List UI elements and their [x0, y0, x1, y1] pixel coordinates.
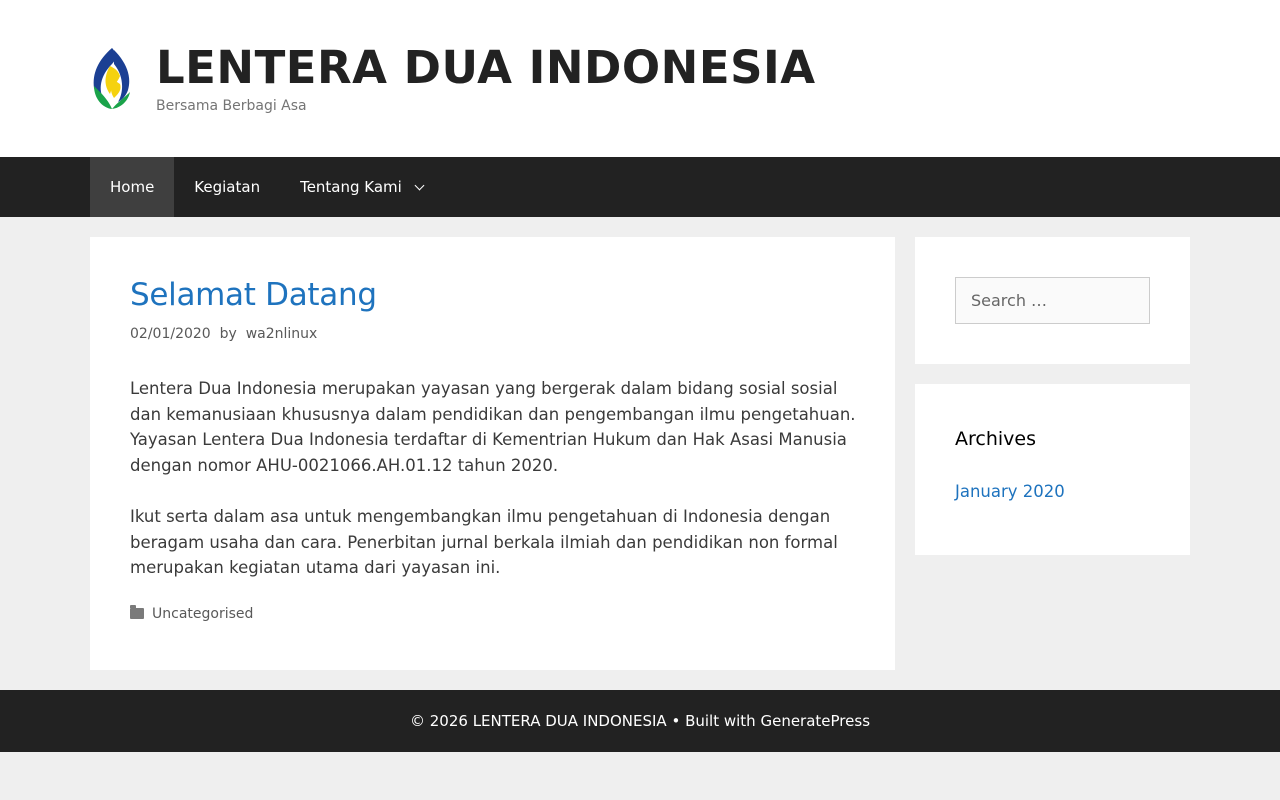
search-widget [915, 237, 1190, 364]
theme-link[interactable]: GeneratePress [760, 712, 870, 730]
nav-item-label: Home [110, 178, 155, 196]
site-branding: LENTERA DUA INDONESIA Bersama Berbagi As… [90, 40, 816, 116]
post-author[interactable]: wa2nlinux [246, 326, 318, 342]
copyright-text: © 2026 LENTERA DUA INDONESIA [409, 712, 667, 730]
main-navigation: Home Kegiatan Tentang Kami [0, 157, 1280, 217]
nav-item-kegiatan[interactable]: Kegiatan [174, 157, 280, 217]
post-paragraph: Ikut serta dalam asa untuk mengembangkan… [130, 506, 838, 578]
list-item: January 2020 [955, 482, 1150, 501]
nav-item-label: Tentang Kami [300, 178, 402, 196]
archives-list: January 2020 [955, 482, 1150, 501]
post-paragraph: Lentera Dua Indonesia merupakan yayasan … [130, 379, 856, 476]
flame-logo-icon[interactable] [90, 46, 132, 110]
post-by-label: by [215, 326, 242, 342]
archives-widget: Archives January 2020 [915, 384, 1190, 555]
site-header: LENTERA DUA INDONESIA Bersama Berbagi As… [0, 0, 1280, 157]
site-footer: © 2026 LENTERA DUA INDONESIA • Built wit… [0, 690, 1280, 752]
archives-title: Archives [955, 428, 1036, 450]
nav-menu: Home Kegiatan Tentang Kami [90, 157, 443, 217]
search-input[interactable] [955, 277, 1150, 324]
post-footer: Uncategorised [130, 605, 855, 622]
archive-link[interactable]: January 2020 [955, 482, 1065, 501]
post-article: Selamat Datang 02/01/2020 by wa2nlinux L… [90, 237, 895, 670]
category-link[interactable]: Uncategorised [152, 606, 253, 622]
nav-item-tentang-kami[interactable]: Tentang Kami [280, 157, 443, 217]
site-tagline: Bersama Berbagi Asa [156, 98, 307, 114]
nav-item-label: Kegiatan [194, 178, 261, 196]
nav-item-home[interactable]: Home [90, 157, 175, 217]
post-meta: 02/01/2020 by wa2nlinux [130, 325, 855, 343]
chevron-down-icon[interactable] [414, 180, 425, 190]
post-title[interactable]: Selamat Datang [130, 277, 855, 313]
post-content: Lentera Dua Indonesia merupakan yayasan … [130, 376, 856, 581]
folder-icon [130, 605, 144, 620]
site-title[interactable]: LENTERA DUA INDONESIA [156, 40, 816, 96]
post-date[interactable]: 02/01/2020 [130, 326, 211, 342]
footer-separator: • Built with [666, 712, 761, 730]
